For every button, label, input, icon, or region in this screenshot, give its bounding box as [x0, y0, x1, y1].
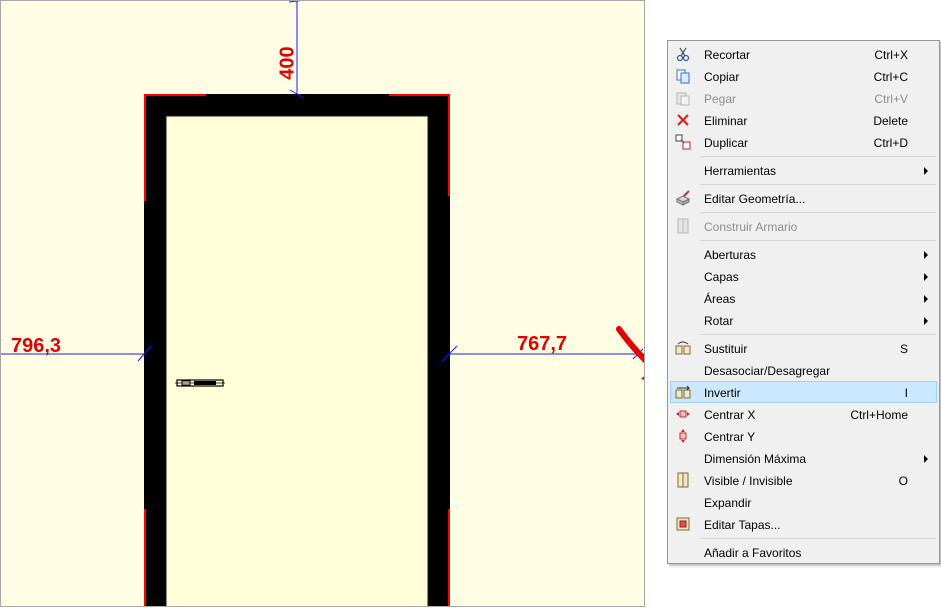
chevron-right-icon: [924, 295, 928, 303]
menu-item-visible-invisible[interactable]: Visible / Invisible O: [670, 469, 937, 491]
delete-icon: [677, 114, 689, 126]
menu-item-construir-armario[interactable]: Construir Armario: [670, 215, 937, 237]
replace-icon: [675, 341, 691, 355]
menu-item-herramientas[interactable]: Herramientas: [670, 159, 937, 181]
menu-separator: [700, 334, 936, 335]
context-menu: Recortar Ctrl+X Copiar Ctrl+C Pegar Ctrl…: [667, 40, 940, 564]
center-y-icon: [679, 429, 687, 443]
duplicate-icon: [675, 134, 691, 150]
frame-right-jamb[interactable]: [428, 94, 450, 607]
chevron-right-icon: [924, 455, 928, 463]
center-x-icon: [676, 410, 690, 418]
door-drawing: [1, 1, 644, 607]
menu-item-editar-geometria[interactable]: Editar Geometría...: [670, 187, 937, 209]
menu-item-aberturas[interactable]: Aberturas: [670, 243, 937, 265]
menu-item-rotar[interactable]: Rotar: [670, 309, 937, 331]
menu-item-editar-tapas[interactable]: Editar Tapas...: [670, 513, 937, 535]
red-arrow-icon: [616, 326, 644, 380]
menu-item-centrar-y[interactable]: Centrar Y: [670, 425, 937, 447]
menu-item-duplicar[interactable]: Duplicar Ctrl+D: [670, 131, 937, 153]
menu-item-expandir[interactable]: Expandir: [670, 491, 937, 513]
menu-item-capas[interactable]: Capas: [670, 265, 937, 287]
menu-separator: [700, 156, 936, 157]
scissors-icon: [676, 47, 690, 62]
menu-item-invertir[interactable]: Invertir I: [670, 381, 937, 403]
menu-item-desasociar[interactable]: Desasociar/Desagregar: [670, 359, 937, 381]
dim-label-top: 400: [276, 46, 299, 80]
drawing-canvas[interactable]: 400 796,3 767,7: [0, 0, 645, 607]
door-leaf[interactable]: [165, 115, 429, 607]
menu-separator: [700, 538, 936, 539]
invert-icon: [675, 385, 691, 399]
chevron-right-icon: [924, 167, 928, 175]
menu-separator: [700, 240, 936, 241]
visibility-icon: [677, 472, 689, 488]
dim-label-left: 796,3: [11, 335, 62, 357]
build-wardrobe-icon: [677, 218, 689, 234]
menu-item-areas[interactable]: Áreas: [670, 287, 937, 309]
edit-geometry-icon: [675, 190, 691, 206]
menu-item-eliminar[interactable]: Eliminar Delete: [670, 109, 937, 131]
copy-icon: [676, 69, 690, 84]
chevron-right-icon: [924, 251, 928, 259]
menu-item-pegar[interactable]: Pegar Ctrl+V: [670, 87, 937, 109]
menu-item-copiar[interactable]: Copiar Ctrl+C: [670, 65, 937, 87]
menu-item-dimension-maxima[interactable]: Dimensión Máxima: [670, 447, 937, 469]
menu-item-recortar[interactable]: Recortar Ctrl+X: [670, 43, 937, 65]
dim-label-right: 767,7: [517, 333, 568, 355]
frame-head[interactable]: [144, 94, 450, 116]
chevron-right-icon: [924, 317, 928, 325]
paste-icon: [676, 92, 690, 106]
menu-separator: [700, 184, 936, 185]
menu-item-anadir-favoritos[interactable]: Añadir a Favoritos: [670, 541, 937, 563]
chevron-right-icon: [924, 273, 928, 281]
menu-item-sustituir[interactable]: Sustituir S: [670, 337, 937, 359]
edit-covers-icon: [676, 517, 690, 531]
menu-item-centrar-x[interactable]: Centrar X Ctrl+Home: [670, 403, 937, 425]
menu-separator: [700, 212, 936, 213]
